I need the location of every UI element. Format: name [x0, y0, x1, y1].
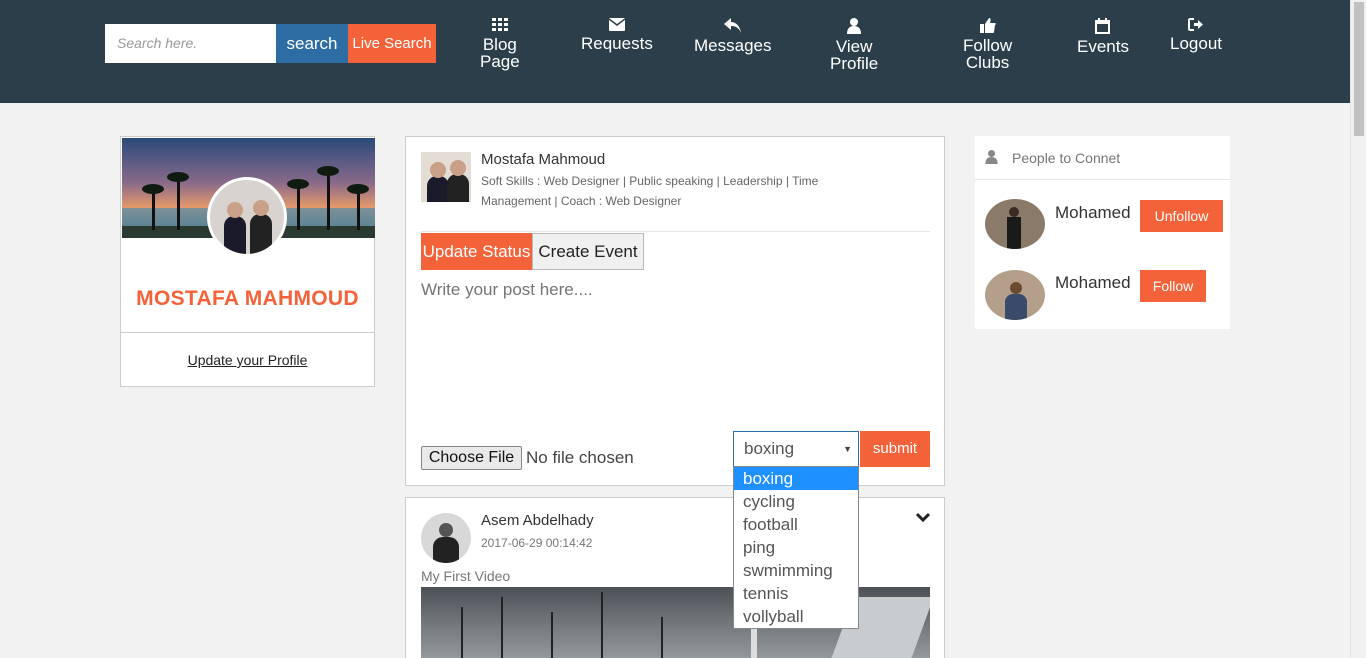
dropdown-option[interactable]: swmimming	[734, 559, 858, 582]
dropdown-option[interactable]: football	[734, 513, 858, 536]
tab-update-status[interactable]: Update Status	[421, 233, 532, 270]
update-profile-link[interactable]: Update your Profile	[121, 352, 374, 368]
panel-header: People to Connet	[975, 136, 1230, 180]
dropdown-option[interactable]: boxing	[734, 467, 858, 490]
grid-icon	[491, 18, 508, 31]
author-avatar	[421, 152, 471, 202]
profile-avatar	[207, 177, 287, 257]
divider	[421, 231, 930, 232]
divider	[121, 332, 374, 333]
post-title: My First Video	[421, 568, 511, 584]
nav-logout[interactable]: Logout	[1170, 18, 1222, 52]
nav-blog-page[interactable]: Blog Page	[480, 18, 520, 70]
nav-follow-clubs[interactable]: Follow Clubs	[963, 18, 1012, 71]
post-date: 2017-06-29 00:14:42	[481, 536, 593, 550]
follow-button[interactable]: Follow	[1140, 270, 1206, 302]
dropdown-arrow-icon: ▼	[843, 444, 852, 454]
nav-label: Messages	[694, 36, 772, 55]
choose-file-button[interactable]: Choose File	[421, 446, 522, 470]
post-composer: Mostafa Mahmoud Soft Skills : Web Design…	[405, 136, 945, 486]
person-name[interactable]: Mohamed	[1055, 273, 1131, 293]
nav-requests[interactable]: Requests	[581, 18, 653, 52]
user-icon	[847, 18, 862, 34]
user-icon	[985, 150, 998, 164]
dropdown-option[interactable]: tennis	[734, 582, 858, 605]
people-to-connect-panel: People to Connet Mohamed Unfollow Mohame…	[975, 136, 1230, 329]
select-value: boxing	[744, 439, 795, 458]
category-select[interactable]: boxing ▼	[733, 431, 859, 467]
person-avatar	[985, 199, 1045, 249]
composer-author-name: Mostafa Mahmoud	[481, 151, 606, 168]
search-input[interactable]	[105, 24, 276, 63]
logout-icon	[1188, 18, 1203, 31]
nav-label: Requests	[581, 34, 653, 53]
top-navbar: search Live Search Blog Page Requests Me…	[0, 0, 1350, 103]
author-skills: Soft Skills : Web Designer | Public spea…	[481, 174, 819, 208]
dropdown-option[interactable]: ping	[734, 536, 858, 559]
tab-create-event[interactable]: Create Event	[532, 233, 644, 270]
submit-button[interactable]: submit	[860, 431, 930, 467]
profile-name: MOSTAFA MAHMOUD	[136, 287, 359, 310]
nav-label: Logout	[1170, 34, 1222, 53]
live-search-button[interactable]: Live Search	[348, 24, 436, 63]
search-button[interactable]: search	[276, 24, 348, 63]
profile-card: MOSTAFA MAHMOUD Update your Profile	[120, 136, 375, 387]
thumbs-up-icon	[979, 18, 996, 33]
post-author-name: Asem Abdelhady	[481, 512, 594, 529]
person-name[interactable]: Mohamed	[1055, 203, 1131, 223]
nav-view-profile[interactable]: View Profile	[830, 18, 878, 72]
nav-messages[interactable]: Messages	[694, 18, 771, 54]
chevron-down-icon[interactable]	[916, 512, 930, 522]
dropdown-option[interactable]: vollyball	[734, 605, 858, 628]
reply-icon	[723, 18, 741, 33]
post-textarea[interactable]	[421, 280, 930, 420]
file-status: No file chosen	[526, 448, 634, 467]
nav-label: Blog Page	[480, 35, 520, 71]
scrollbar-thumb[interactable]	[1354, 2, 1364, 136]
dropdown-option[interactable]: cycling	[734, 490, 858, 513]
nav-label: View Profile	[830, 37, 879, 73]
envelope-icon	[608, 18, 625, 31]
nav-label: Follow Clubs	[963, 36, 1013, 72]
post-author-avatar	[421, 513, 471, 563]
category-dropdown-list: boxing cycling football ping swmimming t…	[733, 466, 859, 629]
nav-label: Events	[1077, 37, 1129, 56]
calendar-icon	[1095, 18, 1111, 34]
nav-events[interactable]: Events	[1077, 18, 1129, 55]
panel-title: People to Connet	[1012, 150, 1121, 166]
unfollow-button[interactable]: Unfollow	[1140, 200, 1223, 232]
page-scrollbar[interactable]	[1350, 0, 1366, 658]
person-avatar	[985, 270, 1045, 320]
feed-post: Asem Abdelhady 2017-06-29 00:14:42 My Fi…	[405, 497, 945, 658]
